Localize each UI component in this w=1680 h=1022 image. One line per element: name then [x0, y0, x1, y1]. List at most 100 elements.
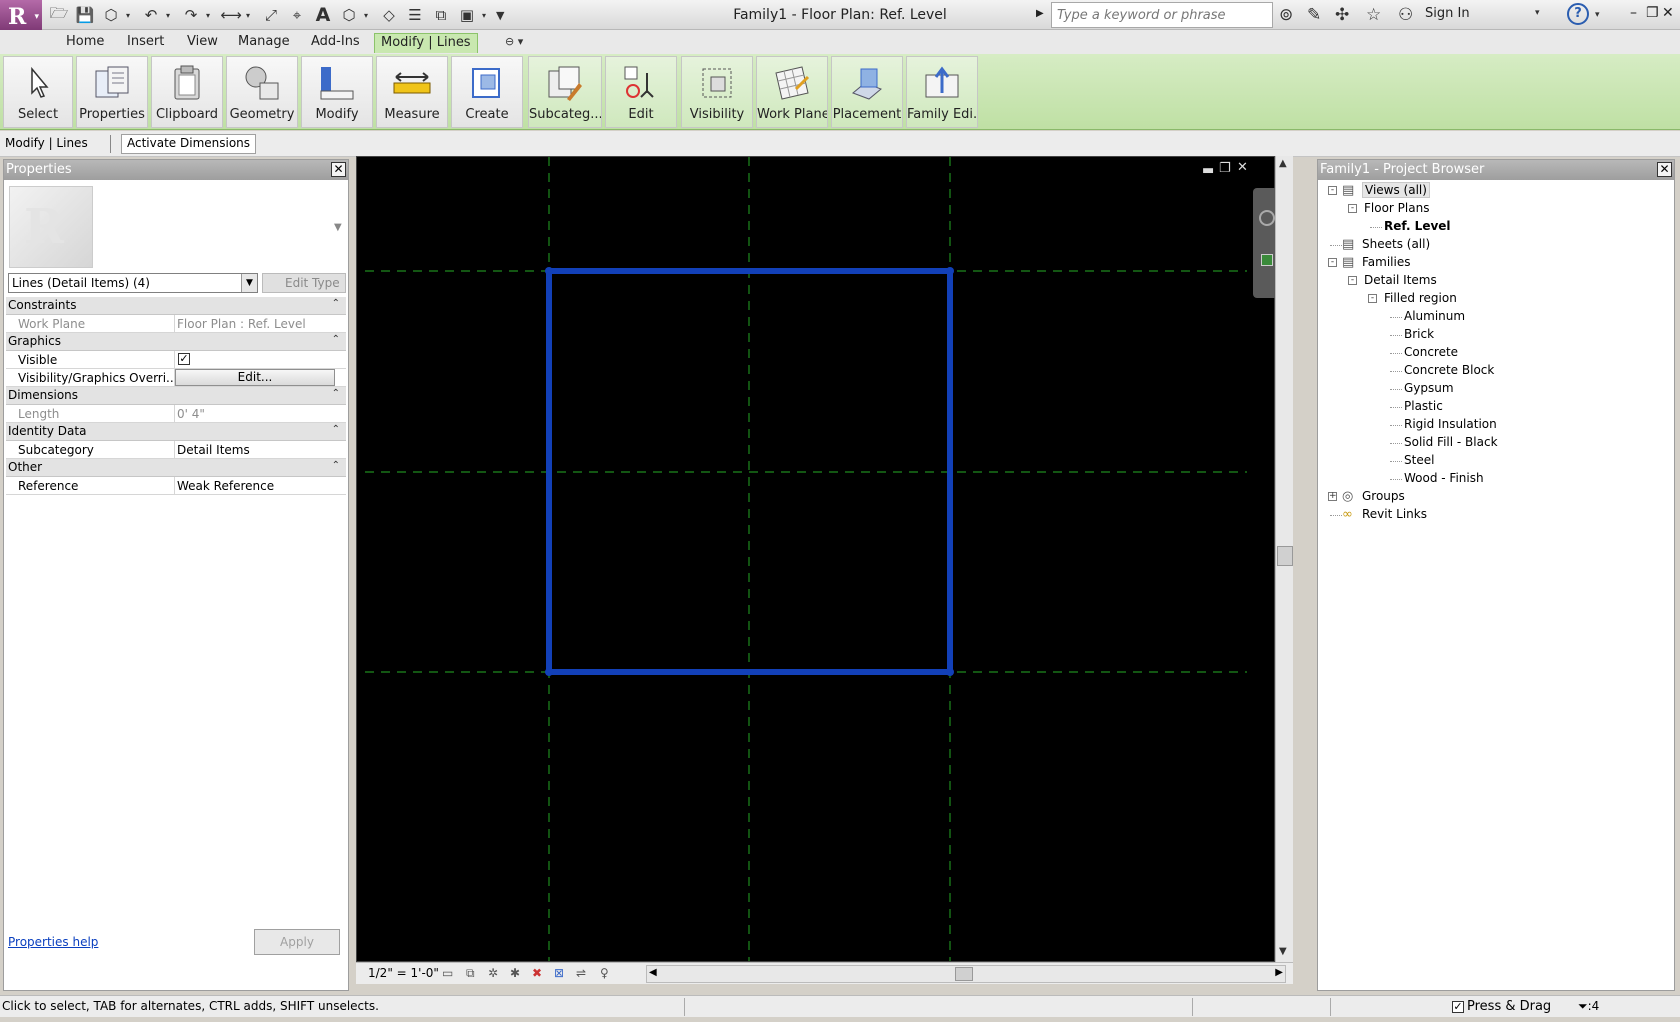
sun-path-icon[interactable]: ✲ — [488, 966, 498, 980]
scroll-thumb[interactable] — [1277, 546, 1293, 566]
properties-button[interactable]: Properties — [76, 56, 148, 128]
temporary-hide-icon[interactable]: ⇌ — [576, 966, 586, 980]
group-other[interactable]: Other ⌃ — [6, 459, 346, 477]
chevron-down-icon[interactable]: ▼ — [241, 274, 257, 292]
collapse-icon[interactable]: ⌃ — [332, 388, 340, 399]
clipboard-button[interactable]: Clipboard — [151, 56, 223, 128]
chevron-down-icon[interactable]: ▾ — [1535, 8, 1540, 18]
expand-search-icon[interactable]: ▶ — [1036, 8, 1044, 19]
sync-icon[interactable]: ⬡ — [100, 5, 122, 25]
minimize-icon[interactable]: – — [1630, 5, 1637, 21]
close-icon[interactable]: ✕ — [1657, 162, 1672, 177]
tab-manage[interactable]: Manage — [232, 33, 296, 53]
work-plane-button[interactable]: Work Plane — [756, 56, 828, 128]
save-icon[interactable]: 💾 — [74, 5, 96, 25]
tab-add-ins[interactable]: Add-Ins — [305, 33, 366, 53]
collapse-icon[interactable]: - — [1368, 294, 1377, 303]
collapse-icon[interactable]: ⌃ — [332, 334, 340, 345]
placement-button[interactable]: Placement — [831, 56, 903, 128]
apply-button[interactable]: Apply — [254, 929, 340, 955]
property-value[interactable]: Weak Reference — [174, 477, 338, 494]
type-selector[interactable]: Lines (Detail Items) (4) ▼ — [8, 273, 258, 293]
subcategory-button[interactable]: Subcateg... — [528, 56, 602, 128]
property-value[interactable]: Detail Items — [174, 441, 338, 458]
tab-view[interactable]: View — [181, 33, 224, 53]
zoom-icon[interactable] — [1261, 254, 1273, 266]
3d-view-icon[interactable]: ⬡ — [338, 5, 360, 25]
collapse-icon[interactable]: ⌃ — [332, 460, 340, 471]
visual-style-icon[interactable]: ⧉ — [466, 966, 475, 981]
close-icon[interactable]: ✕ — [331, 162, 346, 177]
switch-windows-icon[interactable]: ▣ — [456, 5, 478, 25]
scroll-up-icon[interactable]: ▲ — [1279, 158, 1287, 169]
chevron-down-icon[interactable]: ▾ — [364, 11, 374, 20]
thin-lines-icon[interactable]: ☰ — [404, 5, 426, 25]
edit-type-button[interactable]: Edit Type — [262, 273, 346, 293]
vg-overrides-edit-button[interactable]: Edit... — [175, 369, 335, 386]
redo-icon[interactable]: ↷ — [180, 5, 202, 25]
tab-modify-lines[interactable]: Modify | Lines — [374, 33, 478, 53]
drawing-canvas[interactable]: ▬ ❐ ✕ — [356, 156, 1275, 962]
measure-icon[interactable]: ⟷ — [220, 5, 242, 25]
undo-icon[interactable]: ↶ — [140, 5, 162, 25]
visible-checkbox[interactable]: ✓ — [178, 353, 190, 365]
tab-insert[interactable]: Insert — [121, 33, 170, 53]
collapse-icon[interactable]: - — [1328, 186, 1337, 195]
close-icon[interactable]: ✕ — [1662, 5, 1674, 21]
chevron-down-icon[interactable]: ▾ — [166, 11, 176, 20]
detail-level-icon[interactable]: ▭ — [442, 966, 453, 980]
group-constraints[interactable]: Constraints ⌃ — [6, 297, 346, 315]
group-dimensions[interactable]: Dimensions ⌃ — [6, 387, 346, 405]
close-view-icon[interactable]: ✕ — [1237, 160, 1248, 175]
line-end-grip[interactable] — [946, 668, 954, 676]
visibility-button[interactable]: Visibility — [681, 56, 753, 128]
modify-button[interactable]: Modify — [301, 56, 373, 128]
customize-qat-icon[interactable]: ▼ — [496, 9, 506, 22]
tag-icon[interactable]: ⌖ — [286, 5, 308, 25]
edit-button[interactable]: Edit — [605, 56, 677, 128]
line-end-grip[interactable] — [946, 267, 954, 275]
tab-home[interactable]: Home — [60, 33, 110, 53]
text-icon[interactable]: A — [312, 4, 334, 26]
favorites-star-icon[interactable]: ☆ — [1366, 5, 1381, 25]
restore-icon[interactable]: ❐ — [1646, 5, 1659, 21]
collapse-icon[interactable]: ⌃ — [332, 424, 340, 435]
shadows-icon[interactable]: ✱ — [510, 966, 520, 980]
line-end-grip[interactable] — [545, 267, 553, 275]
minimize-view-icon[interactable]: ▬ — [1202, 163, 1214, 178]
line-end-grip[interactable] — [545, 668, 553, 676]
scroll-right-icon[interactable]: ▶ — [1275, 967, 1283, 978]
press-drag-toggle[interactable]: ✓ Press & Drag — [1452, 999, 1551, 1014]
communication-icon[interactable]: ✣ — [1335, 5, 1349, 25]
chevron-down-icon[interactable]: ▾ — [246, 11, 256, 20]
aligned-dimension-icon[interactable]: ⤢ — [260, 5, 282, 25]
properties-help-link[interactable]: Properties help — [8, 935, 98, 949]
selection-filter[interactable]: ⏷:4 — [1578, 999, 1599, 1014]
vertical-scrollbar[interactable]: ▲ ▼ — [1275, 156, 1293, 962]
activate-dimensions-button[interactable]: Activate Dimensions — [121, 134, 257, 154]
steering-wheel-icon[interactable] — [1259, 210, 1275, 226]
search-input[interactable]: Type a keyword or phrase — [1051, 2, 1273, 28]
press-drag-checkbox[interactable]: ✓ — [1452, 1000, 1464, 1013]
restore-view-icon[interactable]: ❐ — [1219, 161, 1231, 176]
open-icon[interactable]: 🗁 — [48, 4, 70, 25]
group-identity-data[interactable]: Identity Data ⌃ — [6, 423, 346, 441]
collapse-icon[interactable]: - — [1348, 204, 1357, 213]
create-button[interactable]: Create — [451, 56, 523, 128]
crop-view-icon[interactable]: ✖ — [532, 966, 542, 980]
binoculars-icon[interactable]: ⊚ — [1279, 5, 1293, 25]
sign-in-button[interactable]: Sign In — [1425, 6, 1470, 21]
measure-button[interactable]: Measure — [376, 56, 448, 128]
expand-icon[interactable]: + — [1328, 492, 1337, 501]
horizontal-scrollbar[interactable]: ◀ ▶ — [646, 965, 1286, 983]
collapse-icon[interactable]: ⌃ — [332, 298, 340, 309]
help-icon[interactable]: ? — [1567, 3, 1589, 25]
crop-region-icon[interactable]: ⊠ — [554, 966, 564, 980]
section-icon[interactable]: ◇ — [378, 5, 400, 25]
floor-plan-view[interactable] — [357, 157, 1274, 961]
minimize-ribbon-icon[interactable]: ⊖ ▾ — [505, 35, 523, 48]
scroll-thumb[interactable] — [955, 967, 973, 981]
collapse-icon[interactable]: - — [1328, 258, 1337, 267]
geometry-button[interactable]: Geometry — [226, 56, 298, 128]
subscription-icon[interactable]: ✎ — [1307, 5, 1321, 25]
